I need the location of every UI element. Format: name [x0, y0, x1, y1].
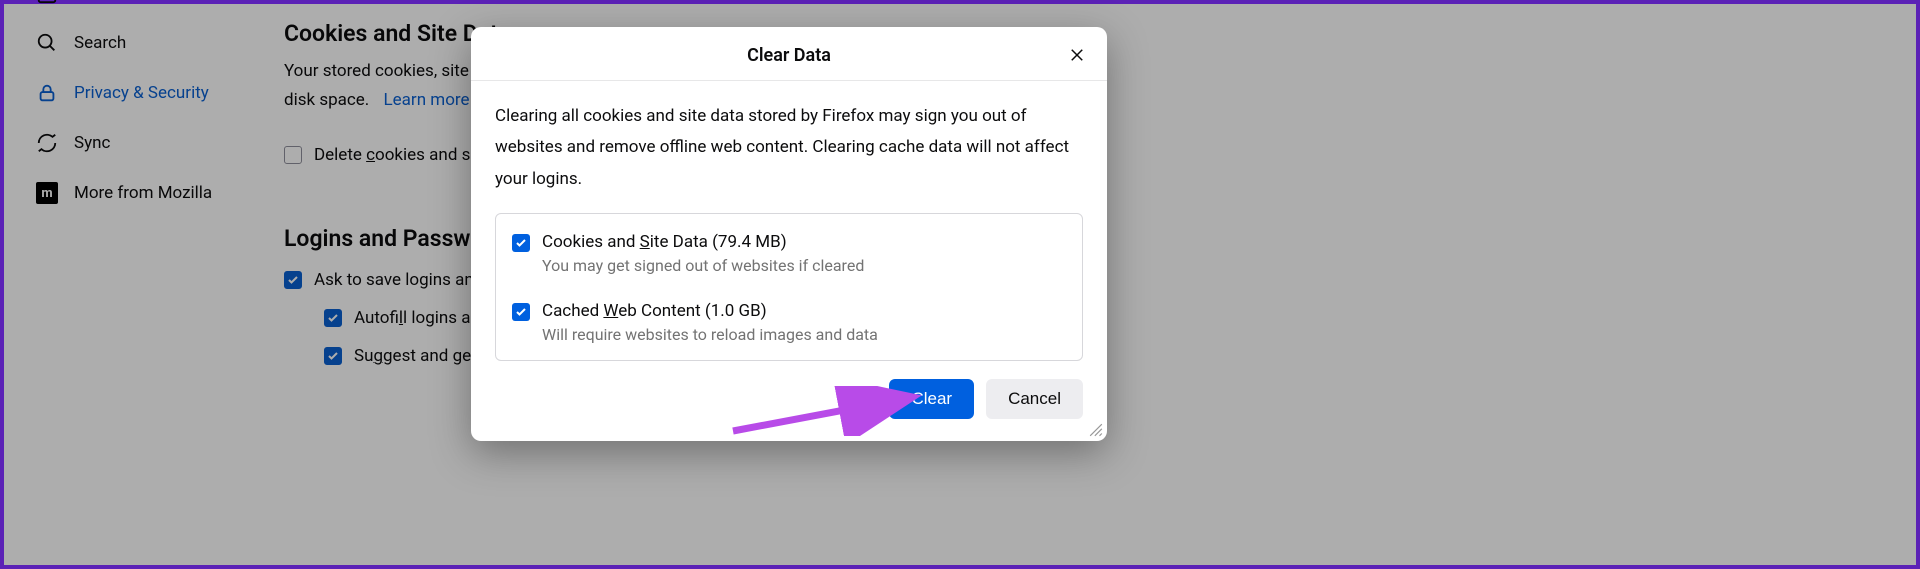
option-cookies-label: Cookies and Site Data (79.4 MB) [542, 232, 864, 252]
option-cache-checkbox[interactable] [512, 303, 530, 321]
clear-button[interactable]: Clear [889, 379, 974, 419]
option-cache[interactable]: Cached Web Content (1.0 GB) Will require… [510, 291, 1068, 354]
option-cache-sub: Will require websites to reload images a… [542, 325, 878, 344]
sidebar-item-label: Home [74, 0, 120, 3]
dialog-title: Clear Data [471, 45, 1107, 66]
dialog-options-group: Cookies and Site Data (79.4 MB) You may … [495, 213, 1083, 361]
resize-grip-icon[interactable] [1089, 423, 1103, 437]
option-cookies-checkbox[interactable] [512, 234, 530, 252]
close-button[interactable] [1063, 41, 1091, 69]
option-cache-label: Cached Web Content (1.0 GB) [542, 301, 878, 321]
cancel-button[interactable]: Cancel [986, 379, 1083, 419]
option-cookies-sub: You may get signed out of websites if cl… [542, 256, 864, 275]
home-icon [36, 0, 58, 4]
dialog-description: Clearing all cookies and site data store… [495, 101, 1083, 195]
clear-data-dialog: Clear Data Clearing all cookies and site… [471, 27, 1107, 441]
option-cookies[interactable]: Cookies and Site Data (79.4 MB) You may … [510, 222, 1068, 285]
